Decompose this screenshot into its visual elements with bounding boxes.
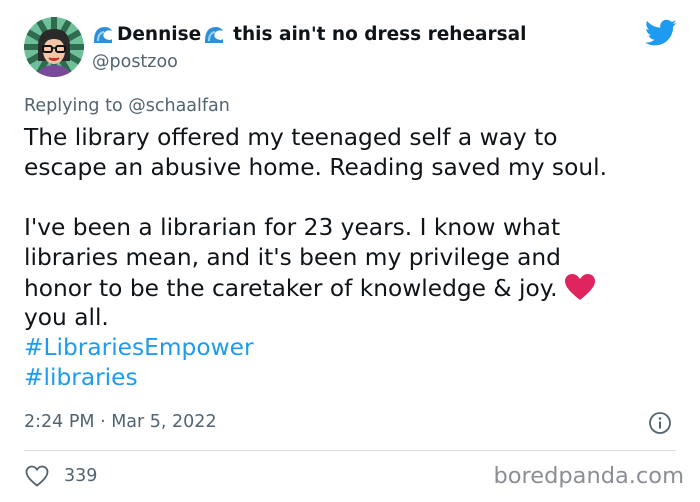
tweet-line: honor to be the caretaker of knowledge &… <box>24 275 558 302</box>
author-name[interactable]: Dennise this ain't no dress rehearsal <box>92 23 526 45</box>
tweet-line: The library offered my teenaged self a w… <box>24 124 558 151</box>
twitter-bird-icon[interactable] <box>645 19 677 47</box>
display-name-part1: Dennise <box>117 23 202 45</box>
like-count: 339 <box>64 466 98 486</box>
replying-prefix: Replying to <box>24 96 123 116</box>
tweet-line: you all. <box>24 304 109 331</box>
like-heart-icon[interactable] <box>25 465 49 487</box>
display-name-part2: this ain't no dress rehearsal <box>233 23 527 45</box>
tweet-line-with-heart: honor to be the caretaker of knowledge &… <box>24 273 674 303</box>
water-wave-icon <box>203 23 226 45</box>
tweet-line: escape an abusive home. Reading saved my… <box>24 154 607 181</box>
tweet-timestamp[interactable]: 2:24 PM · Mar 5, 2022 <box>24 412 217 432</box>
author-handle[interactable]: @postzoo <box>92 52 178 72</box>
replying-to: Replying to @schaalfan <box>24 96 230 116</box>
divider <box>24 450 676 451</box>
hashtag-link[interactable]: #LibrariesEmpower <box>24 333 674 363</box>
avatar[interactable] <box>24 17 84 77</box>
avatar-image <box>24 17 84 77</box>
hashtag-link[interactable]: #libraries <box>24 363 674 393</box>
red-heart-icon <box>564 274 595 300</box>
tweet-line: libraries mean, and it's been my privile… <box>24 244 561 271</box>
reply-target-link[interactable]: @schaalfan <box>128 96 230 116</box>
watermark: boredpanda.com <box>493 463 684 489</box>
water-wave-icon <box>92 23 114 45</box>
tweet-text: The library offered my teenaged self a w… <box>24 123 674 393</box>
tweet-line: I've been a librarian for 23 years. I kn… <box>24 214 561 241</box>
info-icon[interactable] <box>648 411 672 435</box>
